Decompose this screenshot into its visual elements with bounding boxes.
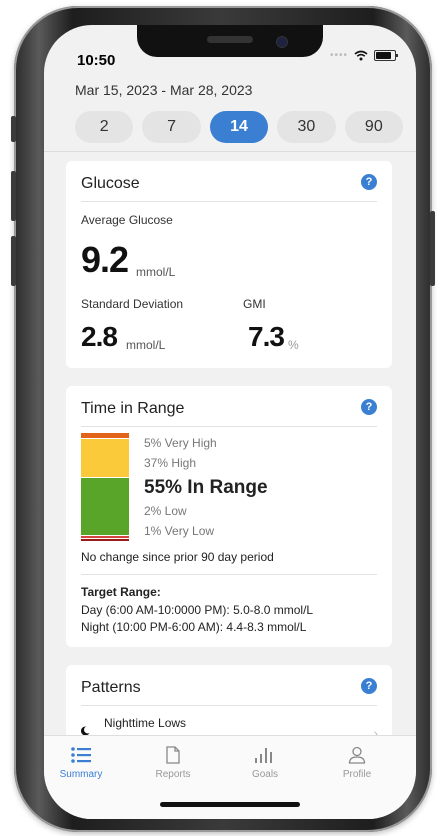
tab-profile-label: Profile: [342, 769, 372, 780]
person-icon: [348, 746, 366, 764]
average-glucose-label: Average Glucose: [81, 213, 173, 227]
glucose-divider: [81, 201, 377, 202]
pattern-nighttime-lows[interactable]: Nighttime Lows: [104, 716, 186, 730]
target-range-title: Target Range:: [81, 585, 161, 599]
glucose-help-icon[interactable]: ?: [361, 174, 377, 190]
target-divider: [81, 574, 377, 575]
glucose-title: Glucose: [81, 175, 140, 192]
low-label: 2% Low: [144, 504, 187, 518]
range-30-days[interactable]: 30: [277, 111, 336, 143]
time-in-range-card: Time in Range ? 5% Very High 37% High 55…: [66, 386, 392, 647]
date-range: Mar 15, 2023 - Mar 28, 2023: [75, 82, 253, 98]
header-divider: [44, 151, 416, 152]
time-in-range-help-icon[interactable]: ?: [361, 399, 377, 415]
phone-frame: 10:50 •••• Mar 15, 2023 - Mar 28, 2023 2…: [11, 6, 435, 832]
tab-reports-label: Reports: [155, 769, 191, 780]
range-selector: 2 7 14 30 90: [75, 111, 404, 143]
bar-chart-icon: [255, 748, 272, 763]
screen: 10:50 •••• Mar 15, 2023 - Mar 28, 2023 2…: [44, 25, 416, 819]
camera: [276, 36, 288, 48]
patterns-divider: [81, 705, 377, 706]
sd-unit: mmol/L: [126, 338, 166, 352]
very-low-label: 1% Very Low: [144, 524, 215, 538]
time-in-range-divider: [81, 426, 377, 427]
glucose-card: Glucose ? Average Glucose 9.2 mmol/L Sta…: [66, 161, 392, 368]
patterns-help-icon[interactable]: ?: [361, 678, 377, 694]
status-icons: ••••: [329, 50, 398, 61]
tab-profile[interactable]: Profile: [322, 746, 392, 780]
side-button: [11, 116, 16, 142]
tir-segment-high: [81, 439, 129, 477]
notch: [137, 25, 323, 57]
range-7-days[interactable]: 7: [142, 111, 201, 143]
sd-label: Standard Deviation: [81, 297, 184, 311]
range-90-days[interactable]: 90: [344, 111, 404, 143]
tir-segment-low: [81, 536, 129, 538]
sd-value: 2.8: [81, 321, 118, 352]
power-button: [430, 211, 435, 286]
tir-segment-very-low: [81, 539, 129, 541]
wifi-icon: [354, 50, 368, 61]
gmi-label: GMI: [243, 297, 266, 311]
status-time: 10:50: [77, 52, 116, 69]
target-range-night: Night (10:00 PM-6:00 AM): 4.4-8.3 mmol/L: [81, 620, 307, 634]
speaker: [207, 36, 253, 43]
comparison-note: No change since prior 90 day period: [81, 550, 274, 564]
range-14-days[interactable]: 14: [209, 111, 269, 143]
target-range-day: Day (6:00 AM-10:0000 PM): 5.0-8.0 mmol/L: [81, 603, 314, 617]
average-glucose-value: 9.2: [81, 239, 129, 280]
patterns-title: Patterns: [81, 679, 141, 696]
tir-segment-very-high: [81, 433, 129, 438]
tir-segment-in-range: [81, 478, 129, 535]
tab-reports[interactable]: Reports: [138, 746, 208, 780]
battery-icon: [374, 50, 398, 61]
home-indicator: [160, 802, 300, 807]
tab-summary-label: Summary: [59, 769, 103, 780]
high-label: 37% High: [144, 456, 197, 470]
volume-down-button: [11, 236, 16, 286]
tab-goals-label: Goals: [251, 769, 279, 780]
very-high-label: 5% Very High: [144, 436, 217, 450]
signal-dots-icon: ••••: [329, 50, 348, 61]
time-in-range-title: Time in Range: [81, 400, 185, 417]
tab-summary[interactable]: Summary: [46, 746, 116, 780]
document-icon: [166, 746, 180, 764]
in-range-label: 55% In Range: [144, 477, 268, 498]
gmi-unit: %: [288, 338, 299, 352]
range-2-days[interactable]: 2: [75, 111, 134, 143]
average-glucose-unit: mmol/L: [136, 265, 176, 279]
gmi-value: 7.3: [248, 321, 285, 352]
list-icon: [71, 747, 91, 763]
volume-up-button: [11, 171, 16, 221]
tab-goals[interactable]: Goals: [230, 746, 300, 780]
